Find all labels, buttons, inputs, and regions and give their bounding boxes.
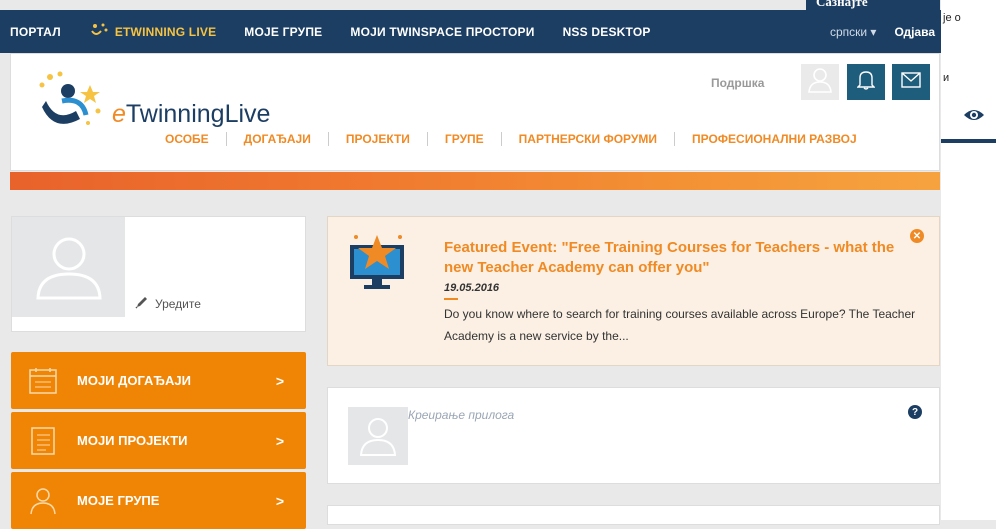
nav-my-twinspaces[interactable]: МОЈИ TWINSPACE ПРОСТОРИ xyxy=(350,25,534,39)
notifications-button[interactable] xyxy=(847,64,885,100)
nav-projects[interactable]: ПРОЈЕКТИ xyxy=(346,132,410,146)
profile-card: Уредите xyxy=(11,216,306,332)
etwinning-mini-icon xyxy=(89,22,109,41)
chevron-right-icon: > xyxy=(275,492,284,509)
etwinning-logo[interactable]: eTwinningLive xyxy=(36,71,270,140)
nav-separator xyxy=(327,132,329,146)
popup-text-1: је о xyxy=(943,12,961,24)
group-icon xyxy=(25,487,61,515)
nav-separator xyxy=(500,132,502,146)
nav-separator xyxy=(673,132,675,146)
my-projects-button[interactable]: МОЈИ ПРОЈЕКТИ > xyxy=(11,412,306,469)
nav-separator xyxy=(426,132,428,146)
support-link[interactable]: Подршка xyxy=(711,76,764,90)
language-selector[interactable]: српски ▾ xyxy=(830,25,876,39)
close-icon[interactable]: ✕ xyxy=(910,229,924,243)
logout-link[interactable]: Одјава xyxy=(894,25,935,39)
monitor-star-icon xyxy=(346,231,408,298)
popup-text-2: и xyxy=(943,72,950,84)
envelope-icon xyxy=(901,71,921,93)
create-post-input[interactable]: Креирање прилога xyxy=(408,408,514,422)
nav-portal[interactable]: ПОРТАЛ xyxy=(10,25,61,39)
my-groups-button[interactable]: МОЈЕ ГРУПЕ > xyxy=(11,472,306,529)
eye-icon[interactable] xyxy=(963,108,985,127)
nav-partner-forums[interactable]: ПАРТНЕРСКИ ФОРУМИ xyxy=(519,132,657,146)
etwinning-logo-icon xyxy=(36,71,108,140)
edit-profile-label: Уредите xyxy=(155,296,201,311)
popup-divider xyxy=(941,139,996,143)
top-navigation-bar: ПОРТАЛ ETWINNING LIVE МОЈЕ ГРУПЕ МОЈИ TW… xyxy=(0,10,941,53)
nav-separator xyxy=(225,132,227,146)
my-events-button[interactable]: МОЈИ ДОГАЂАЈИ > xyxy=(11,352,306,409)
next-feed-card xyxy=(327,505,940,525)
bell-icon xyxy=(856,70,876,95)
nav-etwinning-live[interactable]: ETWINNING LIVE xyxy=(89,22,216,41)
help-icon[interactable]: ? xyxy=(908,405,922,419)
nav-groups[interactable]: ГРУПЕ xyxy=(445,132,484,146)
document-icon xyxy=(25,426,61,456)
site-header: eTwinningLive Подршка ОСОБЕ ДОГАЂАЈИ ПРО… xyxy=(10,53,940,171)
nav-etwinning-live-label: ETWINNING LIVE xyxy=(114,24,217,39)
date-underline xyxy=(444,298,458,300)
avatar[interactable] xyxy=(12,217,125,317)
my-events-label: МОЈИ ДОГАЂАЈИ xyxy=(77,373,191,388)
chevron-right-icon: > xyxy=(275,372,284,389)
featured-event-card: Featured Event: "Free Training Courses f… xyxy=(327,216,940,366)
nav-people[interactable]: ОСОБЕ xyxy=(165,132,209,146)
calendar-icon xyxy=(25,367,61,395)
main-navigation: ОСОБЕ ДОГАЂАЈИ ПРОЈЕКТИ ГРУПЕ ПАРТНЕРСКИ… xyxy=(165,132,857,146)
pencil-icon xyxy=(135,295,149,312)
my-projects-label: МОЈИ ПРОЈЕКТИ xyxy=(77,433,188,448)
avatar xyxy=(348,407,408,465)
nav-events[interactable]: ДОГАЂАЈИ xyxy=(244,132,311,146)
chevron-right-icon: > xyxy=(275,432,284,449)
side-popup-panel: је о и xyxy=(941,0,996,520)
featured-event-title[interactable]: Featured Event: "Free Training Courses f… xyxy=(444,238,914,278)
profile-button[interactable] xyxy=(801,64,839,100)
featured-event-date: 19.05.2016 xyxy=(444,282,500,294)
nav-professional-development[interactable]: ПРОФЕСИОНАЛНИ РАЗВОЈ xyxy=(692,132,857,146)
featured-event-description: Do you know where to search for training… xyxy=(444,307,916,343)
nav-nss-desktop[interactable]: NSS DESKTOP xyxy=(563,25,651,39)
messages-button[interactable] xyxy=(892,64,930,100)
user-icon xyxy=(808,67,832,98)
header-banner xyxy=(10,172,940,190)
create-post-card: Креирање прилога ? xyxy=(327,387,940,484)
nav-my-groups[interactable]: МОЈЕ ГРУПЕ xyxy=(244,25,322,39)
my-groups-label: МОЈЕ ГРУПЕ xyxy=(77,493,160,508)
logo-wordmark: eTwinningLive xyxy=(112,100,271,128)
edit-profile-link[interactable]: Уредите xyxy=(135,295,201,312)
